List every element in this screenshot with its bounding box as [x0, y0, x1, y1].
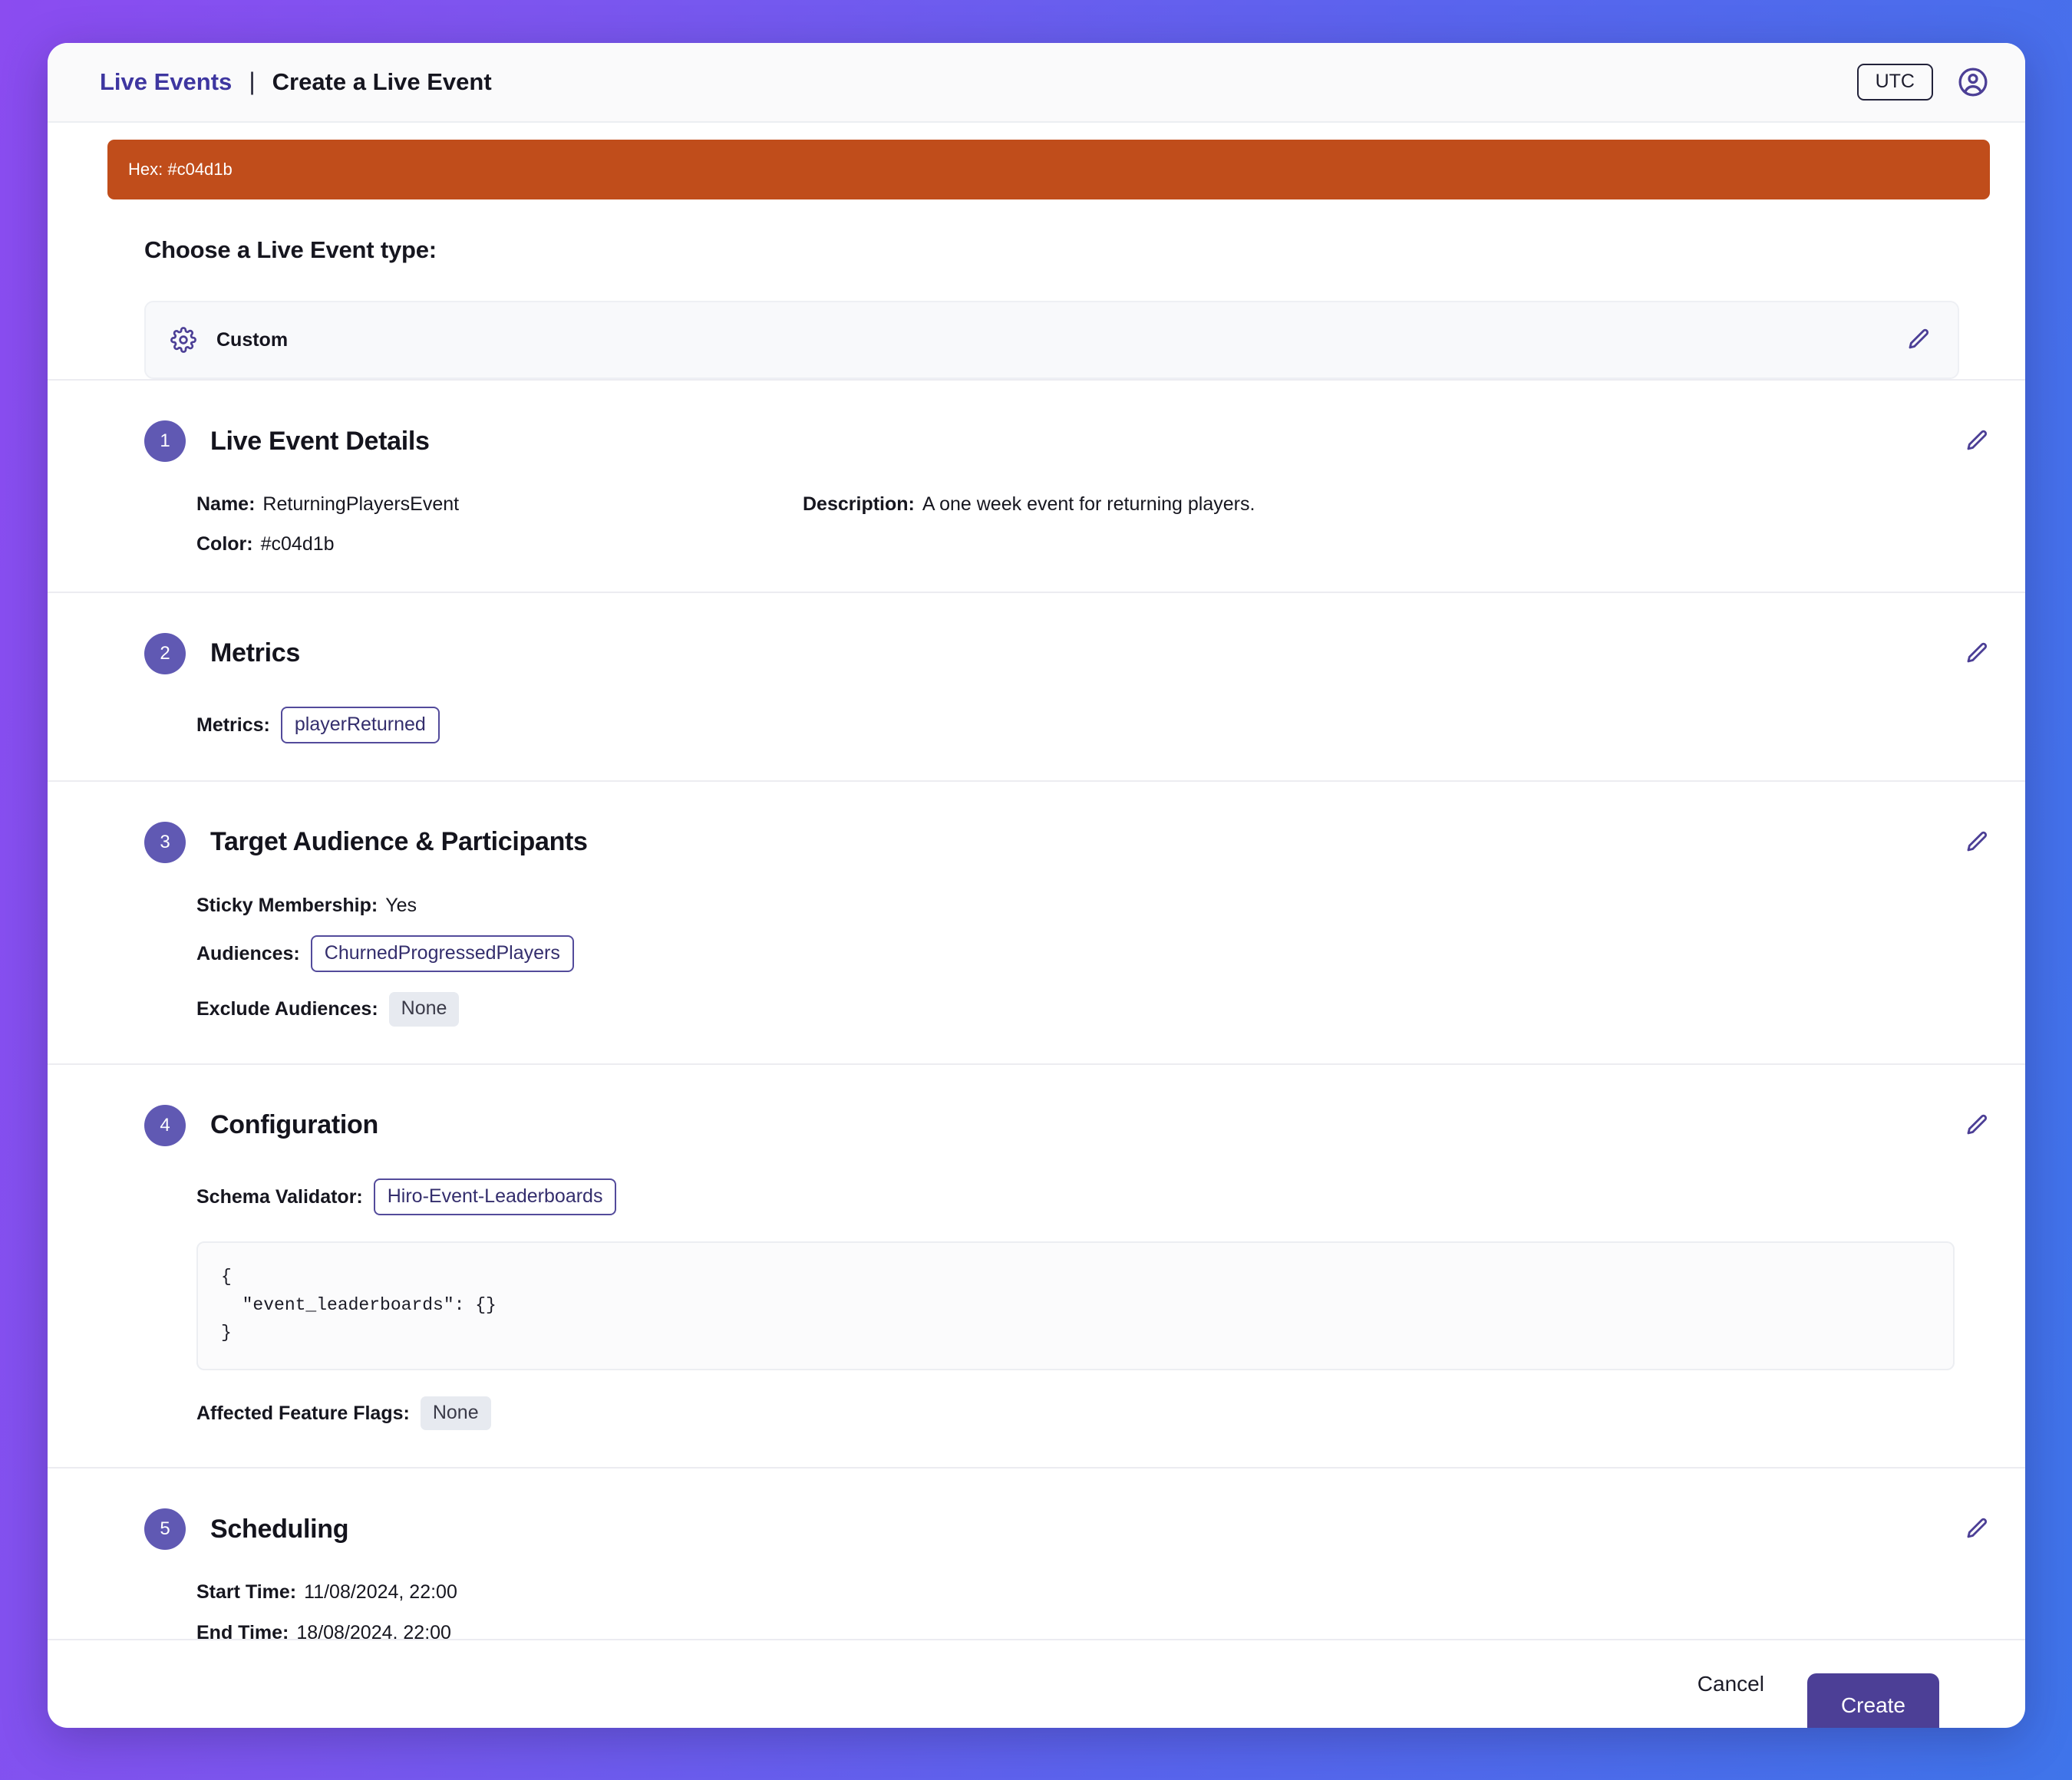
- field-color: Color: #c04d1b: [196, 533, 803, 555]
- audience-chip-churned-progressed-players[interactable]: ChurnedProgressedPlayers: [310, 935, 574, 973]
- section-body: Metrics: playerReturned: [144, 706, 1990, 743]
- breadcrumb: Live Events | Create a Live Event: [100, 68, 492, 97]
- step-badge-3: 3: [144, 821, 186, 863]
- user-account-icon[interactable]: [1956, 65, 1990, 99]
- breadcrumb-current-page: Create a Live Event: [272, 68, 492, 95]
- section-configuration: 4 Configuration Schema Validator: Hiro-E…: [48, 1063, 2025, 1468]
- section-scheduling: 5 Scheduling Start Time: 11/08/2024, 22:…: [48, 1467, 2025, 1639]
- section-title-scheduling: Scheduling: [210, 1514, 349, 1544]
- create-button[interactable]: Create: [1806, 1673, 1939, 1728]
- field-end-time: End Time: 18/08/2024, 22:00: [196, 1621, 1990, 1639]
- field-sticky-label: Sticky Membership:: [196, 894, 378, 916]
- card-body: Hex: #c04d1b Choose a Live Event type: C…: [48, 123, 2025, 1639]
- field-exclude-audiences: Exclude Audiences: None: [196, 992, 1990, 1027]
- field-description-value: A one week event for returning players.: [922, 493, 1255, 515]
- timezone-button[interactable]: UTC: [1856, 63, 1933, 101]
- edit-live-event-details-button[interactable]: [1964, 428, 1990, 454]
- top-bar-actions: UTC: [1856, 63, 1990, 101]
- field-description: Description: A one week event for return…: [803, 493, 1990, 515]
- card-footer: Cancel Create: [48, 1639, 2025, 1728]
- field-exclude-label: Exclude Audiences:: [196, 998, 378, 1020]
- details-left-column: Name: ReturningPlayersEvent Color: #c04d…: [196, 494, 803, 555]
- section-title-metrics: Metrics: [210, 638, 300, 668]
- configuration-json-block: { "event_leaderboards": {} }: [196, 1241, 1955, 1371]
- gear-icon: [170, 327, 196, 353]
- breadcrumb-root-link[interactable]: Live Events: [100, 68, 232, 96]
- field-end-value: 18/08/2024, 22:00: [296, 1621, 451, 1639]
- event-type-row-custom[interactable]: Custom: [144, 301, 1959, 379]
- details-right-column: Description: A one week event for return…: [803, 493, 1990, 515]
- field-affected-feature-flags: Affected Feature Flags: None: [196, 1396, 1990, 1431]
- field-schema-label: Schema Validator:: [196, 1185, 363, 1208]
- field-audiences: Audiences: ChurnedProgressedPlayers: [196, 935, 1990, 973]
- field-end-label: End Time:: [196, 1621, 289, 1639]
- section-header: 4 Configuration: [144, 1104, 1990, 1146]
- edit-metrics-button[interactable]: [1964, 641, 1990, 667]
- section-title-live-event-details: Live Event Details: [210, 426, 430, 456]
- exclude-audiences-chip-none: None: [388, 992, 460, 1027]
- create-live-event-card: Live Events | Create a Live Event UTC He…: [48, 43, 2025, 1728]
- section-body: Sticky Membership: Yes Audiences: Churne…: [144, 895, 1990, 1027]
- field-sticky-membership: Sticky Membership: Yes: [196, 895, 1990, 915]
- edit-target-audience-button[interactable]: [1964, 829, 1990, 855]
- feature-flags-chip-none: None: [420, 1396, 491, 1431]
- top-bar: Live Events | Create a Live Event UTC: [48, 43, 2025, 123]
- field-flags-label: Affected Feature Flags:: [196, 1403, 410, 1425]
- field-name-label: Name:: [196, 493, 256, 515]
- section-header: 2 Metrics: [144, 632, 1990, 674]
- field-metrics: Metrics: playerReturned: [196, 706, 1990, 743]
- section-title-target-audience: Target Audience & Participants: [210, 827, 588, 857]
- field-sticky-value: Yes: [385, 894, 417, 916]
- field-metrics-label: Metrics:: [196, 714, 270, 736]
- edit-scheduling-button[interactable]: [1964, 1516, 1990, 1542]
- section-header: 3 Target Audience & Participants: [144, 821, 1990, 863]
- metric-chip-player-returned[interactable]: playerReturned: [280, 706, 440, 743]
- edit-event-type-button[interactable]: [1905, 327, 1932, 353]
- field-schema-validator: Schema Validator: Hiro-Event-Leaderboard…: [196, 1178, 1990, 1215]
- section-body: Name: ReturningPlayersEvent Color: #c04d…: [144, 494, 1990, 555]
- section-metrics: 2 Metrics Metrics: playerReturned: [48, 591, 2025, 780]
- breadcrumb-separator: |: [249, 67, 256, 95]
- section-header: 1 Live Event Details: [144, 420, 1990, 462]
- step-badge-5: 5: [144, 1508, 186, 1551]
- field-start-time: Start Time: 11/08/2024, 22:00: [196, 1581, 1990, 1604]
- section-target-audience: 3 Target Audience & Participants Sticky …: [48, 780, 2025, 1063]
- section-header: 5 Scheduling: [144, 1508, 1990, 1551]
- event-type-chooser: Choose a Live Event type: Custom: [48, 199, 2025, 379]
- event-type-label: Custom: [216, 328, 289, 351]
- section-body: Start Time: 11/08/2024, 22:00 End Time: …: [144, 1582, 1990, 1639]
- field-color-label: Color:: [196, 533, 253, 555]
- section-live-event-details: 1 Live Event Details Name: ReturningPlay…: [48, 379, 2025, 592]
- step-badge-4: 4: [144, 1104, 186, 1146]
- field-name-value: ReturningPlayersEvent: [262, 493, 460, 515]
- color-hex-banner: Hex: #c04d1b: [107, 140, 1990, 199]
- field-start-label: Start Time:: [196, 1581, 297, 1604]
- section-title-configuration: Configuration: [210, 1110, 378, 1139]
- chooser-title: Choose a Live Event type:: [144, 236, 437, 263]
- field-description-label: Description:: [803, 493, 915, 515]
- section-body: Schema Validator: Hiro-Event-Leaderboard…: [144, 1178, 1990, 1431]
- step-badge-2: 2: [144, 632, 186, 674]
- schema-validator-chip[interactable]: Hiro-Event-Leaderboards: [373, 1178, 617, 1215]
- cancel-button[interactable]: Cancel: [1674, 1660, 1787, 1709]
- hex-banner-wrapper: Hex: #c04d1b: [48, 123, 2025, 199]
- step-badge-1: 1: [144, 420, 186, 462]
- field-audiences-label: Audiences:: [196, 943, 300, 964]
- edit-configuration-button[interactable]: [1964, 1112, 1990, 1139]
- field-name: Name: ReturningPlayersEvent: [196, 493, 803, 515]
- field-color-value: #c04d1b: [260, 533, 335, 555]
- field-start-value: 11/08/2024, 22:00: [304, 1581, 457, 1604]
